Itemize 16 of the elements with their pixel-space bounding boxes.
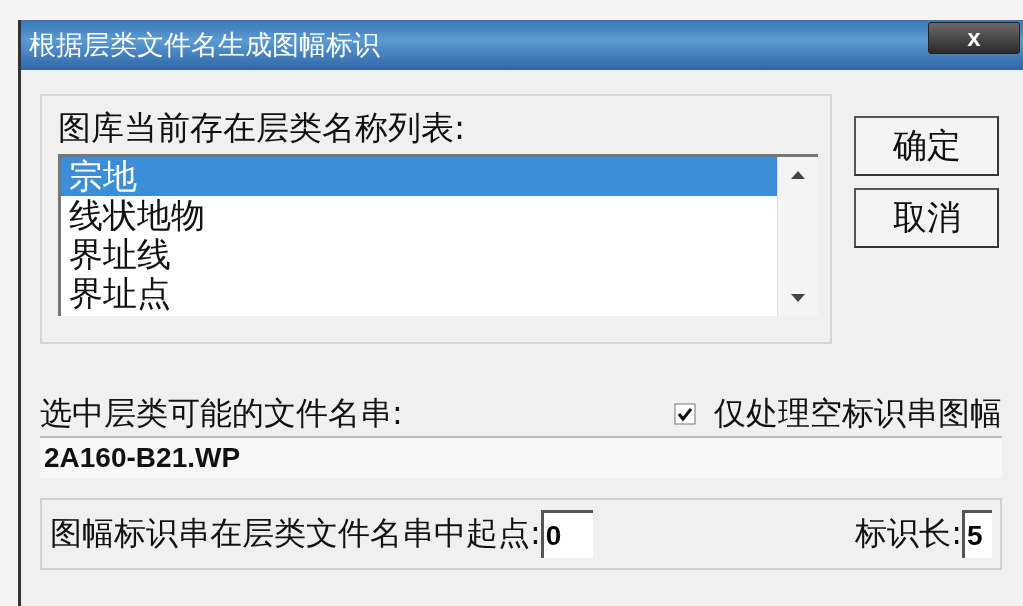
list-label: 图库当前存在层类名称列表: — [58, 108, 467, 148]
cancel-button[interactable]: 取消 — [854, 188, 999, 248]
start-label: 图幅标识串在层类文件名串中起点: — [50, 513, 541, 554]
ok-button[interactable]: 确定 — [854, 116, 999, 176]
close-button[interactable]: x — [928, 22, 1020, 54]
checkbox[interactable] — [674, 403, 696, 425]
scrollbar[interactable] — [777, 156, 818, 316]
checkbox-label: 仅处理空标识串图幅 — [714, 393, 1002, 434]
scroll-down-icon[interactable] — [791, 293, 805, 302]
length-label: 标识长: — [855, 513, 962, 554]
start-field[interactable]: 0 — [540, 510, 593, 558]
window-title: 根据层类文件名生成图幅标识 — [29, 28, 380, 62]
filename-label: 选中层类可能的文件名串: — [40, 393, 403, 434]
length-field[interactable]: 5 — [962, 510, 992, 558]
filename-field[interactable]: 2A160-B21.WP — [40, 436, 1002, 478]
scroll-up-icon[interactable] — [791, 170, 805, 179]
